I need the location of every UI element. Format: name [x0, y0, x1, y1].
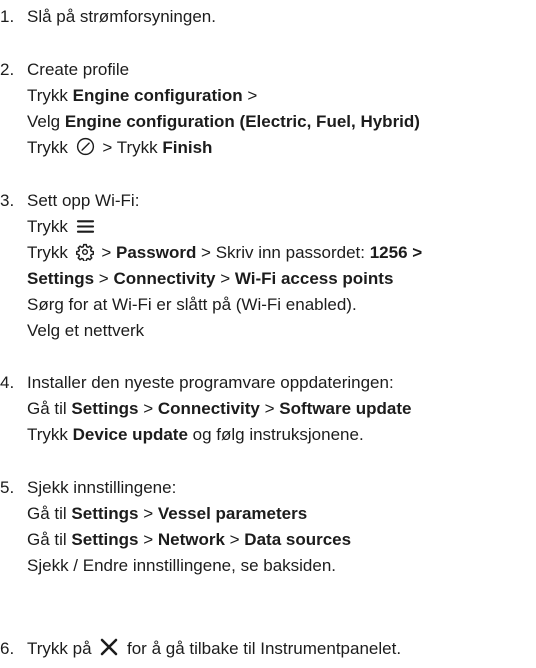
step-line: Gå til Settings > Vessel parameters — [27, 501, 307, 526]
bold-text: Settings — [71, 399, 139, 418]
text-run: Sett opp Wi-Fi: — [27, 191, 140, 210]
step-line: Installer den nyeste programvare oppdate… — [27, 370, 394, 395]
bold-text: Software update — [279, 399, 412, 418]
text-run: > — [242, 86, 258, 105]
bold-text: Data sources — [244, 530, 352, 549]
text-run: > — [224, 530, 245, 549]
bold-text: Connectivity — [157, 399, 260, 418]
text-run: Velg — [27, 112, 65, 131]
text-run: Gå til — [27, 530, 72, 549]
step-number: 2. — [0, 60, 15, 79]
checkmark-circle-icon — [76, 137, 95, 163]
step-line: Settings > Connectivity > Wi-Fi access p… — [27, 266, 393, 291]
text-run: Installer den nyeste programvare oppdate… — [27, 373, 394, 392]
text-run: > — [96, 243, 117, 262]
step-line: Trykk > Trykk Finish — [27, 135, 212, 163]
text-run: > Skriv inn passordet: — [196, 243, 370, 262]
step-number: 1. — [0, 7, 15, 26]
bold-text: Device update — [72, 425, 188, 444]
step-number: 5. — [0, 478, 15, 497]
bold-text: Engine configuration — [72, 86, 243, 105]
bold-text: 1256 > — [369, 243, 423, 262]
step-number: 6. — [0, 639, 15, 658]
instruction-document: 1. Slå på strømforsyningen. 2. Create pr… — [0, 0, 536, 668]
bold-text: Engine configuration (Electric, Fuel, Hy… — [64, 112, 420, 131]
step-line: Trykk > Password > Skriv inn passordet: … — [27, 240, 422, 268]
text-run: > — [259, 399, 280, 418]
text-run: Sjekk innstillingene: — [27, 478, 177, 497]
step-line: Sjekk innstillingene: — [27, 475, 176, 500]
bold-text: Password — [116, 243, 197, 262]
text-run: Velg et nettverk — [27, 321, 145, 340]
text-run: > — [215, 269, 235, 288]
bold-text: Connectivity — [113, 269, 216, 288]
text-run: for å gå tilbake til Instrumentpanelet. — [122, 639, 402, 658]
step-line: Velg et nettverk — [27, 318, 144, 343]
step-line: Gå til Settings > Connectivity > Softwar… — [27, 396, 412, 421]
text-run: Sørg for at Wi-Fi er slått på (Wi-Fi ena… — [27, 295, 357, 314]
step-line: Gå til Settings > Network > Data sources — [27, 527, 351, 552]
bold-text: Network — [157, 530, 225, 549]
text-run: Sjekk / Endre innstillingene, se bakside… — [27, 556, 337, 575]
bold-text: Finish — [162, 138, 213, 157]
text-run: Trykk — [27, 243, 73, 262]
step-line: Sjekk / Endre innstillingene, se bakside… — [27, 553, 336, 578]
text-run: > — [138, 530, 158, 549]
bold-text: Wi-Fi access points — [234, 269, 394, 288]
text-run: Gå til — [27, 504, 72, 523]
step-line: Sørg for at Wi-Fi er slått på (Wi-Fi ena… — [27, 292, 357, 317]
step-line: Slå på strømforsyningen. — [27, 4, 216, 29]
step-line: Sett opp Wi-Fi: — [27, 188, 139, 213]
step-line: Trykk på for å gå tilbake til Instrument… — [27, 636, 401, 664]
text-run: Slå på strømforsyningen. — [27, 7, 216, 26]
step-line: Trykk Engine configuration > — [27, 83, 257, 108]
step-line: Trykk Device update og følg instruksjone… — [27, 422, 364, 447]
text-run: > — [94, 269, 114, 288]
bold-text: Settings — [71, 504, 139, 523]
step-number: 4. — [0, 373, 15, 392]
text-run: Trykk på — [27, 639, 97, 658]
step-number: 3. — [0, 191, 15, 210]
bold-text: Settings — [27, 269, 95, 288]
step-line: Create profile — [27, 57, 129, 82]
text-run: > Trykk — [97, 138, 163, 157]
bold-text: Vessel parameters — [157, 504, 308, 523]
text-run: og følg instruksjonene. — [187, 425, 364, 444]
text-run: > — [138, 399, 158, 418]
text-run: Create profile — [27, 60, 130, 79]
text-run: Gå til — [27, 399, 72, 418]
step-line: Trykk — [27, 214, 98, 242]
gear-icon — [75, 243, 94, 268]
menu-icon — [76, 217, 95, 242]
text-run: > — [138, 504, 158, 523]
text-run: Trykk — [27, 138, 73, 157]
step-line: Velg Engine configuration (Electric, Fue… — [27, 109, 420, 134]
text-run: Trykk — [27, 425, 73, 444]
text-run: Trykk — [27, 217, 73, 236]
bold-text: Settings — [71, 530, 139, 549]
text-run: Trykk — [27, 86, 73, 105]
close-icon — [99, 637, 119, 664]
